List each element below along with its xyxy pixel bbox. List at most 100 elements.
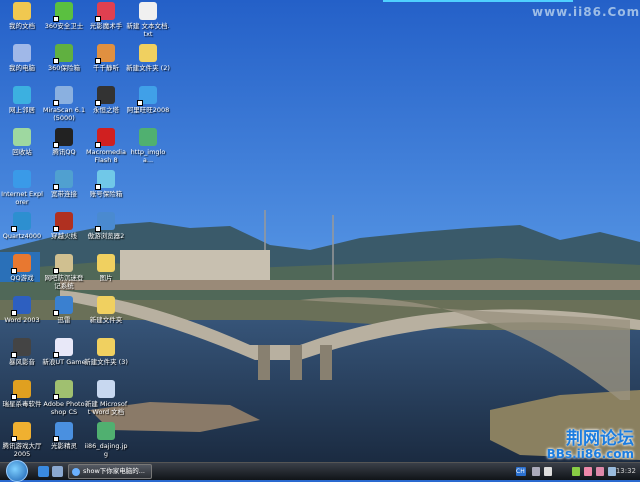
icon-label: 永恒之塔 <box>93 106 119 114</box>
desktop-icon[interactable]: 新建文件夹 (3) <box>84 338 128 366</box>
icon-label: 光影魔术手 <box>89 22 123 30</box>
icon-label: 360安全卫士 <box>44 22 84 30</box>
desktop-icon[interactable]: 360保险箱 <box>42 44 86 72</box>
app-icon <box>53 2 73 22</box>
desktop-icon[interactable]: 阿里旺旺2008 <box>126 86 170 114</box>
desktop-icon[interactable]: 360安全卫士 <box>42 2 86 30</box>
icon-label: 账号保险箱 <box>89 190 123 198</box>
icon-label: Macromedia Flash 8 <box>86 148 126 164</box>
app-icon <box>139 2 157 20</box>
desktop-icon[interactable]: 新建 文本文档.txt <box>126 2 170 38</box>
tray-app-icon[interactable] <box>584 467 592 476</box>
desktop-icon[interactable]: 新建文件夹 <box>84 296 128 324</box>
app-icon <box>13 2 31 20</box>
app-icon <box>11 380 31 400</box>
app-icon <box>95 212 115 232</box>
app-icon <box>11 296 31 316</box>
desktop-icon[interactable]: 迅雷 <box>42 296 86 324</box>
app-icon <box>72 468 80 476</box>
shortcut-arrow-icon <box>53 58 59 64</box>
shortcut-arrow-icon <box>53 100 59 106</box>
desktop-icon[interactable]: 瑞星杀毒软件 <box>0 380 44 408</box>
desktop-icon[interactable]: 光影精灵 <box>42 422 86 450</box>
app-icon <box>137 86 157 106</box>
desktop-icon[interactable]: 新浪UT Game <box>42 338 86 366</box>
network-icon[interactable] <box>608 467 616 476</box>
desktop-icon[interactable]: 穿越火线 <box>42 212 86 240</box>
icon-label: 回收站 <box>12 148 32 156</box>
desktop-icon[interactable]: 永恒之塔 <box>84 86 128 114</box>
desktop-icon[interactable]: 我的文档 <box>0 2 44 30</box>
desktop-icon[interactable]: Internet Explorer <box>0 170 44 206</box>
desktop-icon[interactable]: MiraScan 6.1 (5000) <box>42 86 86 122</box>
app-icon <box>53 86 73 106</box>
desktop-icon[interactable]: 宽带连接 <box>42 170 86 198</box>
app-icon <box>95 170 115 190</box>
desktop-icon[interactable]: 新建 Microsoft Word 文档 <box>84 380 128 416</box>
icon-label: 宽带连接 <box>51 190 77 198</box>
desktop-icon[interactable]: 光影魔术手 <box>84 2 128 30</box>
shortcut-arrow-icon <box>53 436 59 442</box>
shortcut-arrow-icon <box>53 310 59 316</box>
icon-label: 新建 文本文档.txt <box>126 22 170 38</box>
icon-label: 图片 <box>99 274 113 282</box>
keyboard-icon[interactable] <box>532 467 540 476</box>
app-icon <box>95 2 115 22</box>
desktop-icon[interactable]: 千千静听 <box>84 44 128 72</box>
ie-quicklaunch-icon[interactable] <box>38 466 49 477</box>
desktop-icon[interactable]: 账号保险箱 <box>84 170 128 198</box>
desktop-icon[interactable]: 暴风影音 <box>0 338 44 366</box>
desktop-icon[interactable]: Quartz4000 <box>0 212 44 240</box>
tray-app-icon[interactable] <box>596 467 604 476</box>
icon-label: 新建 Microsoft Word 文档 <box>84 400 128 416</box>
desktop-icon[interactable]: 傲游浏览器2 <box>84 212 128 240</box>
help-icon[interactable] <box>544 467 552 476</box>
show-desktop-icon[interactable] <box>52 466 63 477</box>
watermark: www.ii86.Com <box>532 5 640 19</box>
app-icon <box>97 422 115 440</box>
desktop-icon[interactable]: 网上邻居 <box>0 86 44 114</box>
icon-label: 新建文件夹 (2) <box>126 64 170 72</box>
app-icon <box>53 170 73 190</box>
desktop-icon[interactable]: 腾讯QQ <box>42 128 86 156</box>
app-icon <box>95 86 115 106</box>
taskbar-button[interactable]: show下你家电脑的... <box>68 464 152 479</box>
app-icon <box>97 380 115 398</box>
shortcut-arrow-icon <box>11 436 17 442</box>
icon-label: 新建文件夹 (3) <box>84 358 128 366</box>
app-icon <box>53 44 73 64</box>
icon-label: QQ游戏 <box>10 274 34 282</box>
brand-en: BBs.ii86.com <box>546 447 634 461</box>
desktop-icon[interactable]: 新建文件夹 (2) <box>126 44 170 72</box>
desktop-icon[interactable]: Word 2003 <box>0 296 44 324</box>
app-icon <box>13 128 31 146</box>
desktop-icon[interactable]: 回收站 <box>0 128 44 156</box>
app-icon <box>13 170 31 188</box>
clock[interactable]: 13:32 <box>616 467 636 475</box>
icon-label: 阿里旺旺2008 <box>126 106 170 114</box>
shortcut-arrow-icon <box>95 16 101 22</box>
icon-label: http_imgloa... <box>130 148 166 164</box>
icon-label: Quartz4000 <box>2 232 42 240</box>
desktop-icon[interactable]: 图片 <box>84 254 128 282</box>
app-icon <box>53 380 73 400</box>
tray-app-icon[interactable] <box>572 467 580 476</box>
shortcut-arrow-icon <box>53 16 59 22</box>
desktop-icon[interactable]: ii86_dajing.jpg <box>84 422 128 458</box>
language-indicator[interactable]: CH <box>516 467 526 476</box>
desktop-icon[interactable]: 腾讯游戏大厅 2005 <box>0 422 44 458</box>
desktop-icon[interactable]: QQ游戏 <box>0 254 44 282</box>
desktop-icon[interactable]: 网吧防沉迷登记系统 <box>42 254 86 290</box>
desktop-icon[interactable]: Adobe Photoshop CS <box>42 380 86 416</box>
start-button[interactable] <box>6 460 28 482</box>
app-icon <box>11 422 31 442</box>
shortcut-arrow-icon <box>95 184 101 190</box>
app-icon <box>97 296 115 314</box>
desktop-icon[interactable]: http_imgloa... <box>126 128 170 164</box>
brand-cn: 荆网论坛 <box>566 429 634 449</box>
icon-label: 新建文件夹 <box>89 316 123 324</box>
shortcut-arrow-icon <box>11 226 17 232</box>
desktop-icon[interactable]: Macromedia Flash 8 <box>84 128 128 164</box>
desktop-icon[interactable]: 我的电脑 <box>0 44 44 72</box>
app-icon <box>53 422 73 442</box>
